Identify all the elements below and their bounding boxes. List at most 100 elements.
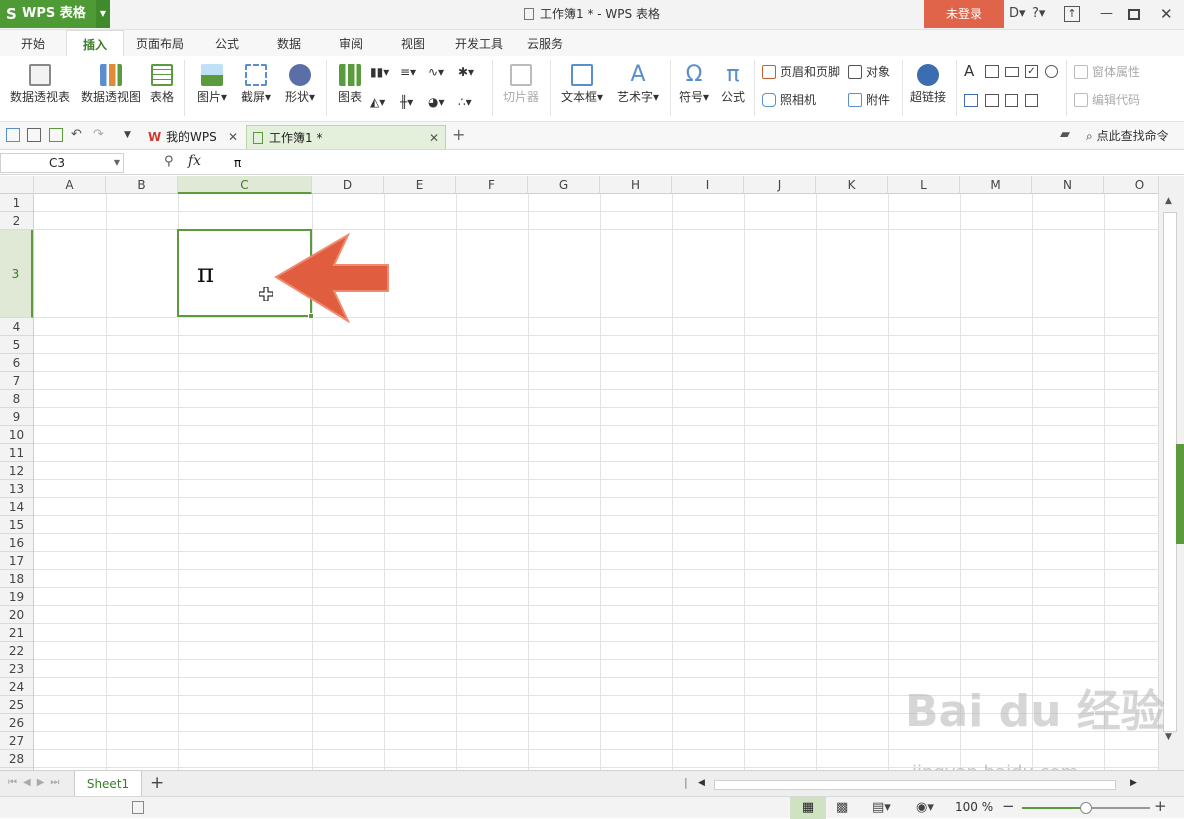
reading-mode-icon[interactable]: ◉▾ — [916, 800, 934, 815]
row-header[interactable]: 5 — [0, 336, 33, 354]
zoom-in-icon[interactable]: + — [1154, 797, 1167, 815]
doc-tab-mywps[interactable]: W 我的WPS ✕ — [144, 125, 244, 149]
stock-chart-icon[interactable]: ╫▾ — [400, 95, 413, 109]
customize-dropdown-icon[interactable]: ▼ — [124, 128, 138, 142]
column-header[interactable]: M — [960, 176, 1032, 194]
side-panel-handle[interactable] — [1176, 444, 1184, 544]
spreadsheet-grid[interactable]: A B C D E F G H I J K L M N O 1234567891… — [0, 176, 1158, 770]
screenshot-button[interactable]: 截屏▾ — [236, 64, 276, 104]
form-properties-button[interactable]: 窗体属性 — [1074, 65, 1140, 79]
name-box[interactable]: C3 ▼ — [0, 153, 124, 173]
form-radio-icon[interactable] — [1045, 65, 1058, 78]
header-footer-button[interactable]: 页眉和页脚 — [762, 65, 840, 79]
tab-insert[interactable]: 插入 — [66, 30, 124, 56]
print-preview-icon[interactable] — [49, 128, 63, 142]
zoom-slider[interactable] — [1022, 802, 1150, 814]
doc-tab-workbook1[interactable]: 工作簿1 * ✕ — [246, 125, 446, 149]
name-box-dropdown-icon[interactable]: ▼ — [114, 154, 120, 172]
split-handle-icon[interactable]: | — [684, 776, 688, 789]
area-chart-icon[interactable]: ◭▾ — [370, 95, 385, 109]
row-header[interactable]: 27 — [0, 732, 33, 750]
macro-record-icon[interactable] — [132, 801, 144, 814]
row-header[interactable]: 6 — [0, 354, 33, 372]
row-header[interactable]: 1 — [0, 194, 33, 212]
help-icon[interactable]: ?▾ — [1032, 6, 1045, 22]
form-groupbox-icon[interactable] — [985, 65, 999, 78]
row-header[interactable]: 26 — [0, 714, 33, 732]
row-header[interactable]: 19 — [0, 588, 33, 606]
close-icon[interactable]: ✕ — [1160, 6, 1173, 22]
tab-start[interactable]: 开始 — [8, 30, 58, 56]
panel-toggle-icon[interactable]: ▰ — [1060, 128, 1074, 142]
row-header[interactable]: 7 — [0, 372, 33, 390]
close-tab-icon[interactable]: ✕ — [228, 125, 238, 149]
new-tab-icon[interactable]: + — [452, 127, 466, 143]
form-button-icon[interactable] — [1005, 67, 1019, 77]
select-all-corner[interactable] — [0, 176, 34, 194]
page-layout-view-icon[interactable]: ▤▾ — [872, 800, 891, 815]
row-header[interactable]: 8 — [0, 390, 33, 408]
pie-chart-icon[interactable]: ◕▾ — [428, 95, 445, 109]
zoom-out-icon[interactable]: − — [1002, 797, 1015, 815]
line-chart-icon[interactable]: ∿▾ — [428, 65, 444, 79]
row-header[interactable]: 24 — [0, 678, 33, 696]
row-header[interactable]: 3 — [0, 230, 33, 318]
maximize-icon[interactable] — [1128, 9, 1140, 20]
zoom-level[interactable]: 100 % — [955, 800, 993, 814]
form-label-icon[interactable]: A — [964, 64, 974, 79]
column-header[interactable]: K — [816, 176, 888, 194]
column-header[interactable]: O — [1104, 176, 1158, 194]
skin-icon[interactable]: D▾ — [1009, 6, 1026, 22]
search-command-box[interactable]: ⌕ 点此查找命令 — [1086, 129, 1169, 143]
minimize-icon[interactable]: — — [1100, 6, 1113, 22]
pivot-chart-button[interactable]: 数据透视图 — [78, 64, 144, 104]
tab-page-layout[interactable]: 页面布局 — [128, 30, 192, 56]
picture-button[interactable]: 图片▾ — [192, 64, 232, 104]
slicer-button[interactable]: 切片器 — [500, 64, 542, 104]
row-header[interactable]: 13 — [0, 480, 33, 498]
column-header[interactable]: D — [312, 176, 384, 194]
row-header[interactable]: 14 — [0, 498, 33, 516]
login-button[interactable]: 未登录 — [924, 0, 1004, 28]
zoom-lens-icon[interactable]: ⚲ — [164, 154, 174, 169]
object-button[interactable]: 对象 — [848, 65, 890, 79]
column-header-selected[interactable]: C — [178, 176, 312, 194]
form-checkbox-icon[interactable]: ✓ — [1025, 65, 1038, 78]
pivot-table-button[interactable]: 数据透视表 — [6, 64, 74, 104]
row-header[interactable]: 12 — [0, 462, 33, 480]
row-header[interactable]: 22 — [0, 642, 33, 660]
insert-function-button[interactable]: fx — [188, 153, 201, 169]
column-chart-icon[interactable]: ▮▮▾ — [370, 65, 389, 79]
scroll-right-icon[interactable]: ▶ — [1130, 778, 1137, 788]
textbox-button[interactable]: 文本框▾ — [558, 64, 606, 104]
row-header[interactable]: 16 — [0, 534, 33, 552]
tab-data[interactable]: 数据 — [264, 30, 314, 56]
row-header[interactable]: 18 — [0, 570, 33, 588]
hyperlink-button[interactable]: 超链接 — [908, 64, 948, 104]
column-header[interactable]: A — [34, 176, 106, 194]
row-header[interactable]: 11 — [0, 444, 33, 462]
row-header[interactable]: 17 — [0, 552, 33, 570]
column-header[interactable]: B — [106, 176, 178, 194]
close-tab-icon[interactable]: ✕ — [429, 126, 439, 150]
column-header[interactable]: J — [744, 176, 816, 194]
column-header[interactable]: E — [384, 176, 456, 194]
tab-developer[interactable]: 开发工具 — [448, 30, 510, 56]
chart-button[interactable]: 图表 — [334, 64, 366, 104]
edit-code-button[interactable]: 编辑代码 — [1074, 93, 1140, 107]
row-header[interactable]: 25 — [0, 696, 33, 714]
row-header[interactable]: 10 — [0, 426, 33, 444]
bar-chart-icon[interactable]: ≡▾ — [400, 65, 416, 79]
row-header[interactable]: 2 — [0, 212, 33, 230]
tab-formulas[interactable]: 公式 — [202, 30, 252, 56]
column-header[interactable]: G — [528, 176, 600, 194]
vertical-scroll-thumb[interactable] — [1163, 212, 1177, 732]
print-icon[interactable] — [27, 128, 41, 142]
symbol-button[interactable]: Ω 符号▾ — [676, 64, 712, 105]
row-header[interactable]: 9 — [0, 408, 33, 426]
radar-chart-icon[interactable]: ✱▾ — [458, 65, 474, 79]
tab-review[interactable]: 审阅 — [326, 30, 376, 56]
column-header[interactable]: H — [600, 176, 672, 194]
row-header[interactable]: 20 — [0, 606, 33, 624]
column-header[interactable]: F — [456, 176, 528, 194]
